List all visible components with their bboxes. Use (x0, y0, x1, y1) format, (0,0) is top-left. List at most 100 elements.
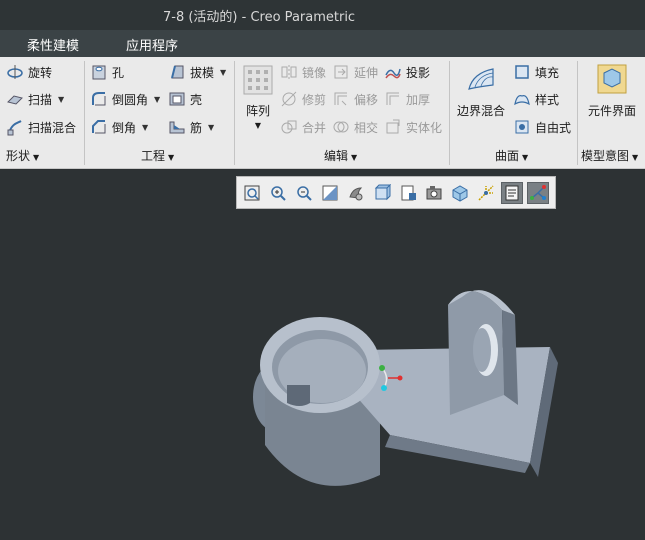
mirror-label: 镜像 (302, 65, 327, 80)
offset-label: 偏移 (354, 92, 379, 107)
3d-dragger-icon[interactable] (527, 181, 549, 204)
display-style-icon[interactable] (345, 182, 367, 204)
chamfer-icon (90, 118, 108, 136)
group-divider (234, 61, 235, 165)
style-label: 样式 (535, 92, 560, 107)
editing-group: 阵列 ▼ 镜像 延伸 投影 修剪 偏移 加厚 合并 相交 实体化 编辑 ▼ (236, 57, 448, 169)
zoom-in-icon[interactable] (267, 182, 289, 204)
shape-group: 旋转 扫描 ▼ 扫描混合 形状 ▼ (0, 57, 82, 169)
boundary-blend-label: 边界混合 (456, 104, 505, 118)
swept-blend-button[interactable]: 扫描混合 (6, 116, 76, 138)
model-csys-z-axis (381, 385, 387, 391)
hole-label: 孔 (112, 65, 125, 80)
model-upright-hole-inner (473, 328, 491, 372)
thicken-button[interactable]: 加厚 (384, 88, 430, 110)
merge-label: 合并 (302, 120, 327, 135)
merge-icon (280, 118, 298, 136)
freestyle-label: 自由式 (535, 120, 572, 135)
shell-label: 壳 (190, 92, 203, 107)
chevron-down-icon: ▼ (168, 153, 175, 162)
extend-icon (332, 63, 350, 81)
chevron-down-icon[interactable]: ▼ (154, 95, 160, 104)
shell-button[interactable]: 壳 (168, 88, 202, 110)
tab-flexible-modeling[interactable]: 柔性建模 (27, 35, 79, 54)
saved-views-icon[interactable] (371, 182, 393, 204)
mirror-button[interactable]: 镜像 (280, 61, 326, 83)
chevron-down-icon: ▼ (351, 153, 358, 162)
view-manager-icon[interactable] (397, 182, 419, 204)
trim-icon (280, 90, 298, 108)
project-button[interactable]: 投影 (384, 61, 430, 83)
model-intent-group-label[interactable]: 模型意图 ▼ (581, 147, 638, 164)
extend-button[interactable]: 延伸 (332, 61, 378, 83)
solidify-button[interactable]: 实体化 (384, 116, 442, 138)
model-upright-edge (502, 310, 518, 405)
rib-label: 筋 (190, 120, 203, 135)
repaint-icon[interactable] (319, 182, 341, 204)
offset-icon (332, 90, 350, 108)
model-csys-y-axis (379, 365, 385, 371)
tab-applications[interactable]: 应用程序 (126, 35, 178, 54)
mirror-icon (280, 63, 298, 81)
merge-button[interactable]: 合并 (280, 116, 326, 138)
intersect-button[interactable]: 相交 (332, 116, 378, 138)
round-button[interactable]: 倒圆角 ▼ (90, 88, 160, 110)
chevron-down-icon[interactable]: ▼ (208, 123, 214, 132)
ribbon: 旋转 扫描 ▼ 扫描混合 形状 ▼ 孔 倒圆角 ▼ 倒角 ▼ 拔模 ▼ 壳 筋 … (0, 57, 645, 169)
pattern-icon (243, 65, 273, 98)
shape-group-label[interactable]: 形状 ▼ (6, 147, 39, 164)
zoom-out-icon[interactable] (293, 182, 315, 204)
draft-icon (168, 63, 186, 81)
pattern-label: 阵列 (245, 104, 270, 118)
engineering-group-label[interactable]: 工程 ▼ (141, 147, 174, 164)
hole-button[interactable]: 孔 (90, 61, 124, 83)
part-model[interactable] (240, 285, 570, 500)
fill-button[interactable]: 填充 (513, 61, 559, 83)
title-bar: 7-8 (活动的) - Creo Parametric (0, 0, 645, 30)
thicken-label: 加厚 (406, 92, 431, 107)
chevron-down-icon[interactable]: ▼ (255, 121, 261, 130)
solidify-icon (384, 118, 402, 136)
revolve-button[interactable]: 旋转 (6, 61, 52, 83)
style-icon (513, 90, 531, 108)
sweep-button[interactable]: 扫描 ▼ (6, 88, 64, 110)
surfaces-group-label[interactable]: 曲面 ▼ (495, 147, 528, 164)
style-button[interactable]: 样式 (513, 88, 559, 110)
chevron-down-icon: ▼ (33, 153, 40, 162)
datum-display-icon[interactable] (449, 182, 471, 204)
refit-icon[interactable] (241, 182, 263, 204)
editing-group-label[interactable]: 编辑 ▼ (324, 147, 357, 164)
round-icon (90, 90, 108, 108)
chamfer-button[interactable]: 倒角 ▼ (90, 116, 148, 138)
rib-button[interactable]: 筋 ▼ (168, 116, 214, 138)
chevron-down-icon[interactable]: ▼ (142, 123, 148, 132)
surfaces-group: 边界混合 填充 样式 自由式 曲面 ▼ (451, 57, 576, 169)
window-title: 7-8 (活动的) - Creo Parametric (163, 10, 356, 25)
draft-label: 拔模 (190, 65, 215, 80)
annotation-display-icon[interactable] (501, 181, 523, 204)
model-bore-slot (287, 385, 310, 406)
swept-blend-icon (6, 118, 24, 136)
model-csys-x-end (397, 375, 403, 381)
chevron-down-icon[interactable]: ▼ (58, 95, 64, 104)
hole-icon (90, 63, 108, 81)
pattern-button[interactable]: 阵列 ▼ (240, 65, 276, 130)
group-divider (577, 61, 578, 165)
intersect-icon (332, 118, 350, 136)
spin-center-icon[interactable] (475, 182, 497, 204)
chamfer-label: 倒角 (112, 120, 137, 135)
extend-label: 延伸 (354, 65, 379, 80)
shell-icon (168, 90, 186, 108)
trim-button[interactable]: 修剪 (280, 88, 326, 110)
boundary-blend-button[interactable]: 边界混合 (453, 63, 509, 119)
solidify-label: 实体化 (406, 120, 443, 135)
offset-button[interactable]: 偏移 (332, 88, 378, 110)
freestyle-button[interactable]: 自由式 (513, 116, 571, 138)
draft-button[interactable]: 拔模 ▼ (168, 61, 226, 83)
component-interface-icon (596, 63, 628, 98)
component-interface-button[interactable]: 元件界面 (581, 63, 643, 119)
fill-icon (513, 63, 531, 81)
chevron-down-icon[interactable]: ▼ (220, 68, 226, 77)
perspective-icon[interactable] (423, 182, 445, 204)
model-intent-group: 元件界面 模型意图 ▼ (579, 57, 645, 169)
